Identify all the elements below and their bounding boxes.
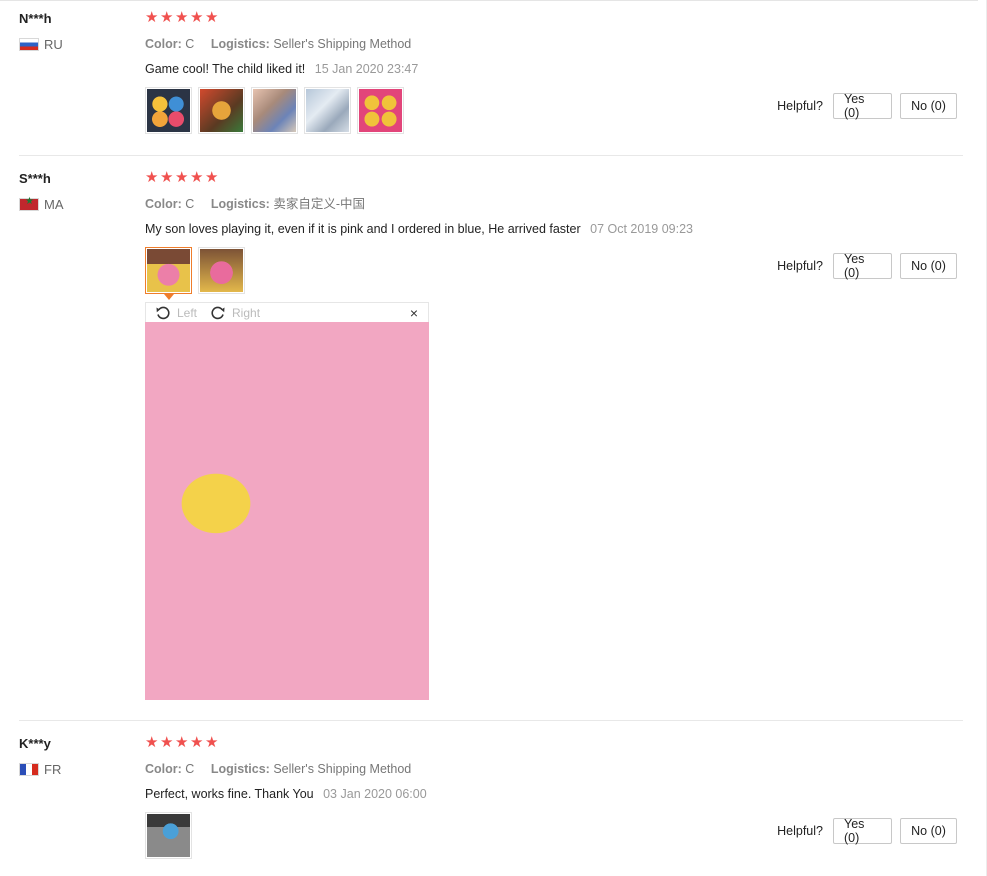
prop-value: C (185, 762, 195, 776)
star-icon: ★ (190, 734, 204, 751)
reviewer-name: S***h (19, 171, 51, 186)
review-photos (145, 247, 693, 300)
star-icon: ★ (145, 169, 159, 186)
helpful-vote: Helpful? Yes (0) No (0) (777, 92, 957, 120)
rotate-right-icon[interactable] (210, 305, 226, 321)
star-icon: ★ (160, 9, 174, 26)
star-icon: ★ (190, 9, 204, 26)
flag-ma-icon (19, 196, 39, 211)
review-divider (19, 720, 963, 721)
prop-label: Color: (145, 37, 182, 51)
prop-label: Color: (145, 762, 182, 776)
star-icon: ★ (175, 169, 189, 186)
photo-viewer-toolbar: Left Right × (145, 302, 429, 322)
reviewer-info: N***h RU (19, 11, 129, 52)
review-photo-thumbnail[interactable] (357, 87, 404, 134)
review-photo-thumbnail[interactable] (198, 247, 245, 294)
helpful-yes-button[interactable]: Yes (0) (833, 817, 892, 845)
star-rating: ★ ★ ★ ★ ★ (145, 169, 693, 187)
reviewer-name: K***y (19, 736, 51, 751)
review-text-row: Perfect, works fine. Thank You 03 Jan 20… (145, 786, 427, 802)
review-content: ★ ★ ★ ★ ★ Color: C Logistics: Seller's S… (145, 734, 427, 859)
close-icon[interactable]: × (410, 306, 418, 320)
reviewer-country: MA (19, 196, 129, 212)
prop-label: Logistics: (210, 37, 270, 51)
reviewer-name: N***h (19, 11, 52, 26)
review-photo-thumbnail[interactable] (251, 87, 298, 134)
review-properties: Color: C Logistics: 卖家自定义-中国 (145, 196, 693, 212)
star-icon: ★ (205, 734, 219, 751)
star-icon: ★ (160, 169, 174, 186)
review-photo-thumbnail-selected[interactable] (145, 247, 192, 300)
helpful-label: Helpful? (777, 259, 823, 273)
star-icon: ★ (175, 734, 189, 751)
rotate-right-label[interactable]: Right (232, 306, 260, 320)
country-code: MA (44, 196, 64, 212)
prop-label: Logistics: (210, 762, 270, 776)
review-content: ★ ★ ★ ★ ★ Color: C Logistics: Seller's S… (145, 9, 418, 134)
star-rating: ★ ★ ★ ★ ★ (145, 734, 427, 752)
flag-fr-icon (19, 762, 39, 776)
review-photo-thumbnail[interactable] (304, 87, 351, 134)
review-photo-thumbnail[interactable] (145, 812, 192, 859)
review-photo-thumbnail[interactable] (145, 87, 192, 134)
review-content: ★ ★ ★ ★ ★ Color: C Logistics: 卖家自定义-中国 M… (145, 169, 693, 300)
reviewer-country: FR (19, 761, 129, 777)
star-icon: ★ (205, 9, 219, 26)
review-text-row: Game cool! The child liked it! 15 Jan 20… (145, 61, 418, 77)
flag-ru-icon (19, 37, 39, 51)
review-divider (19, 155, 963, 156)
helpful-vote: Helpful? Yes (0) No (0) (777, 817, 957, 845)
star-icon: ★ (190, 169, 204, 186)
prop-label: Logistics: (210, 197, 270, 211)
helpful-yes-button[interactable]: Yes (0) (833, 92, 892, 120)
helpful-label: Helpful? (777, 99, 823, 113)
review-date: 07 Oct 2019 09:23 (590, 222, 693, 236)
reviewer-info: K***y FR (19, 736, 129, 777)
photo-viewer: Left Right × (145, 302, 429, 700)
prop-value: C (185, 197, 195, 211)
reviewer-country: RU (19, 36, 129, 52)
review-properties: Color: C Logistics: Seller's Shipping Me… (145, 761, 427, 777)
review-text-row: My son loves playing it, even if it is p… (145, 221, 693, 237)
star-icon: ★ (160, 734, 174, 751)
prop-label: Color: (145, 197, 182, 211)
review-date: 03 Jan 2020 06:00 (323, 787, 427, 801)
helpful-no-button[interactable]: No (0) (900, 93, 957, 119)
star-icon: ★ (205, 169, 219, 186)
review-photo-large (145, 322, 429, 700)
prop-value: 卖家自定义-中国 (273, 197, 366, 211)
review-photo-thumbnail[interactable] (198, 87, 245, 134)
rotate-left-icon[interactable] (155, 305, 171, 321)
prop-value: C (185, 37, 195, 51)
rotate-left-label[interactable]: Left (177, 306, 197, 320)
helpful-no-button[interactable]: No (0) (900, 818, 957, 844)
review-photos (145, 812, 427, 859)
helpful-label: Helpful? (777, 824, 823, 838)
prop-value: Seller's Shipping Method (273, 37, 412, 51)
reviewer-info: S***h MA (19, 171, 129, 212)
review-text: My son loves playing it, even if it is p… (145, 222, 581, 236)
star-rating: ★ ★ ★ ★ ★ (145, 9, 418, 27)
country-code: FR (44, 761, 62, 777)
helpful-no-button[interactable]: No (0) (900, 253, 957, 279)
country-code: RU (44, 36, 63, 52)
helpful-yes-button[interactable]: Yes (0) (833, 252, 892, 280)
review-photos (145, 87, 418, 134)
helpful-vote: Helpful? Yes (0) No (0) (777, 252, 957, 280)
review-text: Game cool! The child liked it! (145, 62, 306, 76)
top-border (0, 0, 978, 1)
star-icon: ★ (175, 9, 189, 26)
review-text: Perfect, works fine. Thank You (145, 787, 314, 801)
star-icon: ★ (145, 734, 159, 751)
review-date: 15 Jan 2020 23:47 (314, 62, 419, 76)
star-icon: ★ (145, 9, 159, 26)
prop-value: Seller's Shipping Method (273, 762, 412, 776)
review-properties: Color: C Logistics: Seller's Shipping Me… (145, 36, 418, 52)
